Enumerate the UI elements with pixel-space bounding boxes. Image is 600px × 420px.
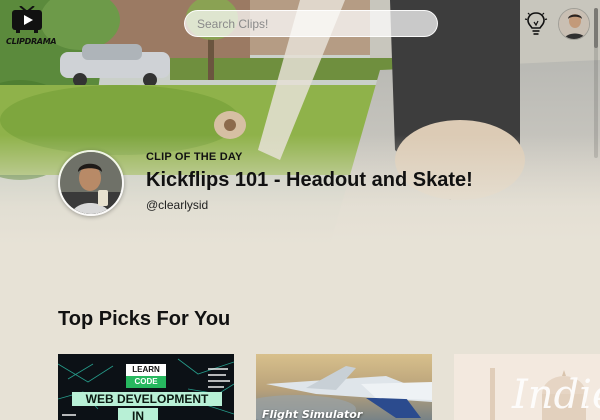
lightbulb-icon (524, 12, 548, 35)
clip-of-the-day-title[interactable]: Kickflips 101 - Headout and Skate! (146, 169, 473, 192)
card-badge-learn: LEARN (132, 365, 160, 374)
clip-of-the-day-username[interactable]: @clearlysid (146, 198, 208, 212)
card-overlay-text: Flight Simulator (262, 408, 363, 420)
lightbulb-button[interactable] (524, 10, 548, 38)
scrollbar-thumb[interactable] (594, 8, 598, 48)
logo[interactable]: CLIPDRAMA (6, 6, 57, 46)
card-title-line1: WEB DEVELOPMENT (85, 392, 209, 406)
card-overlay-text: Indie (512, 372, 600, 418)
clip-card[interactable]: Flight Simulator (256, 354, 432, 420)
user-avatar[interactable] (558, 8, 590, 40)
tv-play-icon (12, 6, 42, 33)
clip-of-the-day-label: CLIP OF THE DAY (146, 151, 243, 163)
search-bar[interactable] (184, 10, 438, 37)
search-input[interactable] (197, 16, 425, 31)
top-picks-heading: Top Picks For You (58, 308, 231, 330)
clip-of-the-day-avatar[interactable] (58, 150, 124, 216)
card-badge-code: CODE (134, 377, 158, 386)
clip-card[interactable]: Indie (454, 354, 600, 420)
card-title-line2: IN (132, 409, 144, 420)
logo-text: CLIPDRAMA (6, 37, 57, 46)
clip-card[interactable]: LEARN CODE WEB DEVELOPMENT IN (58, 354, 234, 420)
